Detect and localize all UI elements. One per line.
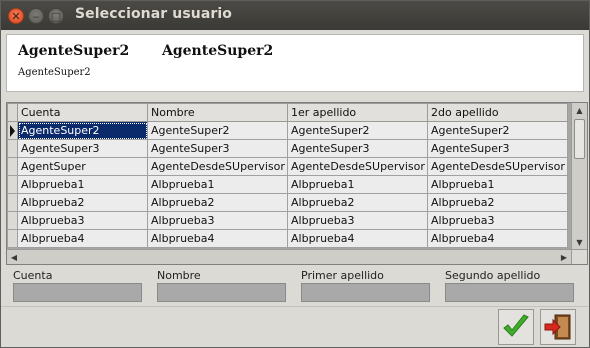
header-subtitle: AgenteSuper2 <box>18 67 91 78</box>
row-indicator[interactable] <box>7 157 18 176</box>
minimize-icon[interactable]: ‒ <box>28 8 44 24</box>
header-name-left: AgenteSuper2 <box>18 43 130 59</box>
users-grid[interactable]: Cuenta Nombre 1er apellido 2do apellido … <box>6 102 588 265</box>
table-cell[interactable]: Albprueba4 <box>147 229 288 248</box>
table-cell[interactable]: Albprueba3 <box>147 211 288 230</box>
table-cell[interactable]: AgenteSuper2 <box>427 121 568 140</box>
scroll-left-icon[interactable]: ◀ <box>7 250 21 264</box>
table-cell[interactable]: Albprueba3 <box>287 211 428 230</box>
table-cell[interactable]: Albprueba1 <box>17 175 148 194</box>
table-row[interactable]: Albprueba4 Albprueba4 Albprueba4 Albprueba4 <box>7 229 568 248</box>
table-cell[interactable]: AgentSuper <box>17 157 148 176</box>
filter-segundo-apellido-input[interactable] <box>445 283 574 302</box>
table-cell[interactable]: Albprueba2 <box>17 193 148 212</box>
maximize-icon[interactable]: □ <box>48 8 64 24</box>
table-cell[interactable]: Albprueba1 <box>287 175 428 194</box>
column-header-2do-apellido[interactable]: 2do apellido <box>427 103 568 122</box>
current-row-arrow-icon <box>10 124 15 137</box>
checkmark-icon <box>503 314 529 337</box>
filter-segundo-apellido-label: Segundo apellido <box>445 269 541 282</box>
table-cell[interactable]: Albprueba2 <box>287 193 428 212</box>
table-cell[interactable]: AgenteSuper3 <box>427 139 568 158</box>
table-cell[interactable]: AgenteSuper3 <box>17 139 148 158</box>
table-cell[interactable]: Albprueba2 <box>147 193 288 212</box>
header-panel: AgenteSuper2 AgenteSuper2 AgenteSuper2 <box>6 34 584 92</box>
column-header-nombre[interactable]: Nombre <box>147 103 288 122</box>
select-user-window: ✕ ‒ □ Seleccionar usuario AgenteSuper2 A… <box>0 0 590 348</box>
table-row[interactable]: AgenteSuper3 AgenteSuper3 AgenteSuper3 Agen… <box>7 139 568 158</box>
vertical-scrollbar[interactable]: ▲ ▼ <box>571 103 587 249</box>
column-header-1er-apellido[interactable]: 1er apellido <box>287 103 428 122</box>
title-bar[interactable]: ✕ ‒ □ Seleccionar usuario <box>1 1 589 30</box>
column-header-cuenta[interactable]: Cuenta <box>17 103 148 122</box>
row-indicator[interactable] <box>7 229 18 248</box>
exit-door-icon <box>544 314 571 340</box>
users-table: Cuenta Nombre 1er apellido 2do apellido … <box>7 103 568 248</box>
row-indicator[interactable] <box>7 175 18 194</box>
horizontal-scrollbar[interactable]: ◀ ▶ <box>7 249 587 264</box>
table-row[interactable]: AgenteSuper2 AgenteSuper2 AgenteSuper2 Agen… <box>7 121 568 140</box>
vertical-scroll-thumb[interactable] <box>574 119 585 159</box>
table-header-row: Cuenta Nombre 1er apellido 2do apellido <box>7 103 568 122</box>
scroll-up-icon[interactable]: ▲ <box>572 103 587 117</box>
table-cell[interactable]: Albprueba1 <box>147 175 288 194</box>
window-title: Seleccionar usuario <box>75 6 233 22</box>
table-cell[interactable]: Albprueba4 <box>287 229 428 248</box>
table-cell[interactable]: AgenteSuper2 <box>287 121 428 140</box>
scroll-right-icon[interactable]: ▶ <box>557 250 571 264</box>
scroll-down-icon[interactable]: ▼ <box>572 235 587 249</box>
scrollbar-corner <box>571 250 587 264</box>
filter-cuenta-input[interactable] <box>13 283 142 302</box>
table-row[interactable]: Albprueba1 Albprueba1 Albprueba1 Albprueba1 <box>7 175 568 194</box>
table-cell[interactable]: Albprueba1 <box>427 175 568 194</box>
table-cell[interactable]: AgenteSuper3 <box>147 139 288 158</box>
table-row[interactable]: Albprueba3 Albprueba3 Albprueba3 Albprueba3 <box>7 211 568 230</box>
row-indicator[interactable] <box>7 211 18 230</box>
row-indicator[interactable] <box>7 139 18 158</box>
filter-nombre-label: Nombre <box>157 269 201 282</box>
table-row[interactable]: Albprueba2 Albprueba2 Albprueba2 Albprueba2 <box>7 193 568 212</box>
table-cell[interactable]: AgenteSuper3 <box>287 139 428 158</box>
filter-cuenta-label: Cuenta <box>13 269 53 282</box>
row-indicator[interactable] <box>7 121 18 140</box>
table-cell[interactable]: AgenteSuper2 <box>17 121 148 140</box>
table-cell[interactable]: AgenteSuper2 <box>147 121 288 140</box>
table-row[interactable]: AgentSuper AgenteDesdeSUpervisor AgenteDes… <box>7 157 568 176</box>
table-cell[interactable]: Albprueba3 <box>17 211 148 230</box>
table-cell[interactable]: Albprueba3 <box>427 211 568 230</box>
table-cell[interactable]: AgenteDesdeSUpervisor <box>427 157 568 176</box>
row-indicator-header <box>7 103 18 122</box>
accept-button[interactable] <box>498 309 534 345</box>
table-cell[interactable]: AgenteDesdeSUpervisor <box>287 157 428 176</box>
table-cell[interactable]: Albprueba4 <box>17 229 148 248</box>
filter-nombre-input[interactable] <box>157 283 286 302</box>
close-icon[interactable]: ✕ <box>8 8 24 24</box>
table-cell[interactable]: Albprueba2 <box>427 193 568 212</box>
exit-button[interactable] <box>540 309 576 345</box>
header-name-right: AgenteSuper2 <box>162 43 274 59</box>
filter-primer-apellido-label: Primer apellido <box>301 269 384 282</box>
filter-primer-apellido-input[interactable] <box>301 283 430 302</box>
table-cell[interactable]: Albprueba4 <box>427 229 568 248</box>
table-cell[interactable]: AgenteDesdeSUpervisor <box>147 157 288 176</box>
row-indicator[interactable] <box>7 193 18 212</box>
